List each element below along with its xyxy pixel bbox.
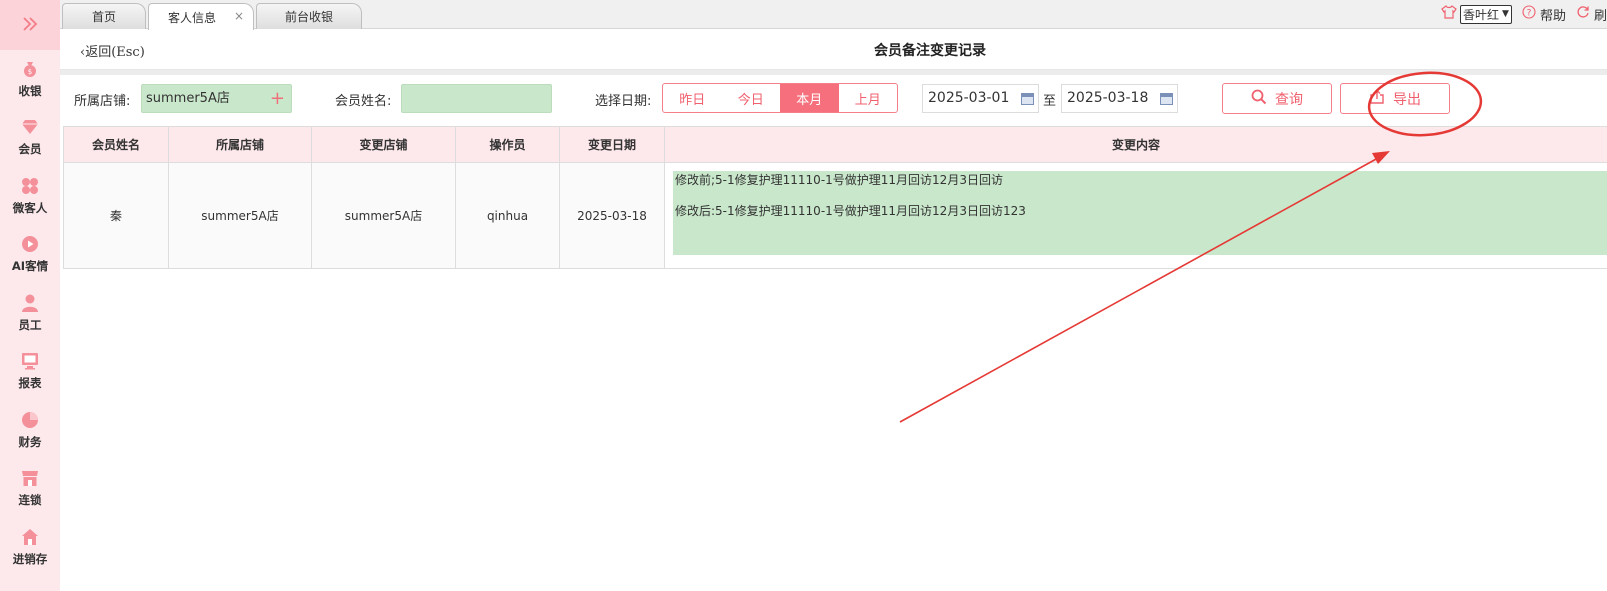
sidebar-item-label: 财务 xyxy=(18,434,42,449)
col-member-name[interactable]: 会员姓名 xyxy=(63,126,169,163)
store-input[interactable]: summer5A店 + xyxy=(141,84,292,113)
add-icon[interactable]: + xyxy=(270,85,285,112)
sidebar-item-ai[interactable]: AI客情 xyxy=(0,226,60,285)
play-circle-icon xyxy=(20,235,40,253)
sidebar: $ 收银 会员 微客人 AI客情 员工 报表 财务 连锁 进销存 xyxy=(0,0,60,591)
money-bag-icon: $ xyxy=(20,60,40,78)
seg-today[interactable]: 今日 xyxy=(722,84,781,112)
cell-store: summer5A店 xyxy=(168,162,312,269)
sidebar-item-report[interactable]: 报表 xyxy=(0,343,60,402)
monitor-icon xyxy=(20,352,40,370)
calendar-icon[interactable] xyxy=(1021,93,1034,105)
app-root: $ 收银 会员 微客人 AI客情 员工 报表 财务 连锁 进销存 首页 客人信息… xyxy=(0,0,1607,591)
pie-chart-icon xyxy=(20,411,40,429)
member-name-input[interactable] xyxy=(401,84,552,113)
col-operator[interactable]: 操作员 xyxy=(455,126,560,163)
sidebar-item-cashier[interactable]: $ 收银 xyxy=(0,50,60,109)
cell-change-date: 2025-03-18 xyxy=(559,162,665,269)
sidebar-item-label: 报表 xyxy=(18,376,42,391)
cell-member-name: 秦 xyxy=(63,162,169,269)
date-from-value: 2025-03-01 xyxy=(928,90,1010,106)
sidebar-item-member[interactable]: 会员 xyxy=(0,109,60,168)
refresh-link[interactable]: 刷 xyxy=(1594,5,1607,24)
sidebar-item-label: 进销存 xyxy=(12,551,48,566)
sidebar-item-label: 收银 xyxy=(18,83,42,98)
store-icon xyxy=(20,469,40,487)
page-header: ‹返回(Esc) 会员备注变更记录 xyxy=(60,30,1607,70)
filter-bar: 所属店铺: summer5A店 + 会员姓名: 选择日期: 昨日 今日 本月 上… xyxy=(60,75,1607,125)
seg-this-month[interactable]: 本月 xyxy=(780,84,839,112)
date-label: 选择日期: xyxy=(595,94,652,109)
sidebar-item-chain[interactable]: 连锁 xyxy=(0,460,60,519)
date-from-input[interactable]: 2025-03-01 xyxy=(922,84,1039,113)
store-label: 所属店铺: xyxy=(74,94,131,109)
col-change-store[interactable]: 变更店铺 xyxy=(311,126,456,163)
shop-select[interactable]: 香叶红 ▼ xyxy=(1460,4,1512,24)
store-value: summer5A店 xyxy=(146,91,230,106)
top-right-tools: 香叶红 ▼ ? 帮助 刷 xyxy=(1441,0,1607,28)
sidebar-item-wechat-guest[interactable]: 微客人 xyxy=(0,167,60,226)
sidebar-item-label: 微客人 xyxy=(12,200,48,215)
export-label: 导出 xyxy=(1393,91,1421,108)
sidebar-item-finance[interactable]: 财务 xyxy=(0,401,60,460)
table-header-row: 会员姓名 所属店铺 变更店铺 操作员 变更日期 变更内容 xyxy=(63,126,1607,163)
chevron-down-icon: ▼ xyxy=(1502,9,1509,19)
export-button[interactable]: 导出 xyxy=(1340,83,1450,114)
cell-operator: qinhua xyxy=(455,162,560,269)
double-chevron-right-icon xyxy=(22,16,38,35)
svg-text:$: $ xyxy=(28,68,32,76)
close-icon[interactable]: × xyxy=(234,9,244,23)
member-name-label: 会员姓名: xyxy=(335,94,392,109)
tab-label: 客人信息 xyxy=(167,10,216,25)
query-label: 查询 xyxy=(1275,91,1303,108)
refresh-icon xyxy=(1576,5,1590,23)
records-table: 会员姓名 所属店铺 变更店铺 操作员 变更日期 变更内容 秦 summer5A店… xyxy=(63,126,1607,269)
date-to-input[interactable]: 2025-03-18 xyxy=(1061,84,1178,113)
diamond-icon xyxy=(20,118,40,136)
shirt-icon xyxy=(1441,5,1457,23)
person-icon xyxy=(20,294,40,312)
content-after: 修改后:5-1修复护理11110-1号做护理11月回访12月3日回访123 xyxy=(675,204,1026,218)
tab-bar: 首页 客人信息 × 前台收银 香叶红 ▼ ? 帮助 刷 xyxy=(60,0,1607,30)
cell-change-store: summer5A店 xyxy=(311,162,456,269)
col-change-date[interactable]: 变更日期 xyxy=(559,126,665,163)
sidebar-item-staff[interactable]: 员工 xyxy=(0,284,60,343)
page-title: 会员备注变更记录 xyxy=(874,43,986,59)
cell-change-content: 修改前;5-1修复护理11110-1号做护理11月回访12月3日回访 修改后:5… xyxy=(664,162,1607,269)
tab-home[interactable]: 首页 xyxy=(62,3,146,29)
seg-last-month[interactable]: 上月 xyxy=(839,84,898,112)
query-button[interactable]: 查询 xyxy=(1222,83,1332,114)
sidebar-item-inventory[interactable]: 进销存 xyxy=(0,518,60,577)
sidebar-item-label: 连锁 xyxy=(18,493,42,508)
sidebar-item-label: 会员 xyxy=(18,142,42,157)
col-change-content[interactable]: 变更内容 xyxy=(664,126,1607,163)
sidebar-toggle[interactable] xyxy=(0,0,60,50)
tab-guest-info[interactable]: 客人信息 × xyxy=(148,3,254,30)
svg-text:?: ? xyxy=(1527,9,1532,19)
date-range-segments: 昨日 今日 本月 上月 xyxy=(662,83,898,113)
help-icon: ? xyxy=(1522,5,1536,23)
table-row[interactable]: 秦 summer5A店 summer5A店 qinhua 2025-03-18 … xyxy=(63,162,1607,269)
date-to-value: 2025-03-18 xyxy=(1067,90,1149,106)
content-before: 修改前;5-1修复护理11110-1号做护理11月回访12月3日回访 xyxy=(675,173,1003,187)
help-link[interactable]: 帮助 xyxy=(1540,5,1566,24)
shop-select-value: 香叶红 xyxy=(1463,7,1500,22)
col-store[interactable]: 所属店铺 xyxy=(168,126,312,163)
tab-front-cashier[interactable]: 前台收银 xyxy=(256,3,362,29)
sidebar-item-label: 员工 xyxy=(18,317,42,332)
seg-yesterday[interactable]: 昨日 xyxy=(663,84,722,112)
house-icon xyxy=(20,528,40,546)
to-label: 至 xyxy=(1043,94,1057,109)
sidebar-item-label: AI客情 xyxy=(11,259,49,274)
change-content-box: 修改前;5-1修复护理11110-1号做护理11月回访12月3日回访 修改后:5… xyxy=(673,171,1607,255)
tab-label: 前台收银 xyxy=(284,10,333,24)
export-icon xyxy=(1369,89,1385,109)
calendar-icon[interactable] xyxy=(1160,93,1173,105)
clover-icon xyxy=(20,177,40,195)
tab-label: 首页 xyxy=(91,10,116,24)
search-icon xyxy=(1251,89,1267,109)
